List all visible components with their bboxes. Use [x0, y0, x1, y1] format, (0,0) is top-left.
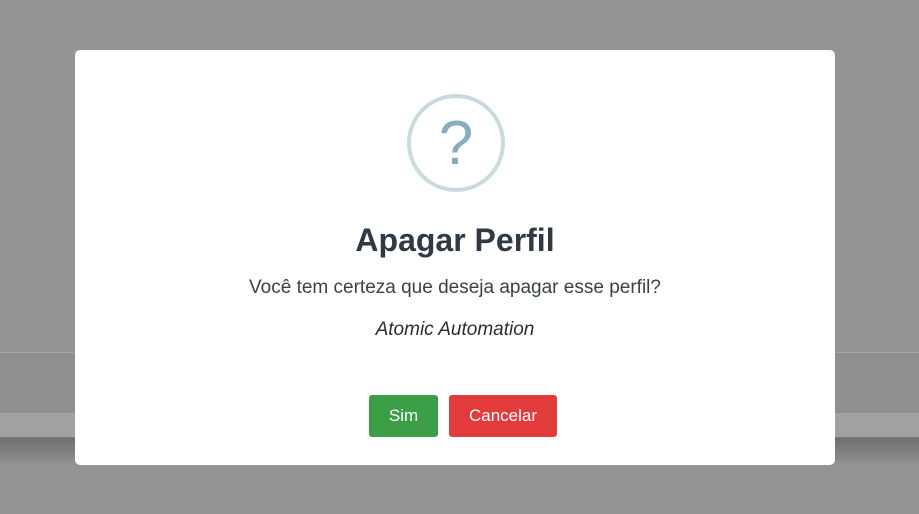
- dialog-actions: Sim Cancelar: [75, 395, 835, 437]
- cancel-button[interactable]: Cancelar: [449, 395, 557, 437]
- confirm-delete-dialog: ? Apagar Perfil Você tem certeza que des…: [75, 50, 835, 465]
- dialog-message: Você tem certeza que deseja apagar esse …: [249, 277, 661, 298]
- confirm-button[interactable]: Sim: [369, 395, 438, 437]
- question-mark-glyph: ?: [438, 109, 474, 178]
- profile-name: Atomic Automation: [375, 319, 535, 340]
- dialog-title: Apagar Perfil: [355, 222, 555, 258]
- question-mark-icon: ?: [407, 94, 505, 192]
